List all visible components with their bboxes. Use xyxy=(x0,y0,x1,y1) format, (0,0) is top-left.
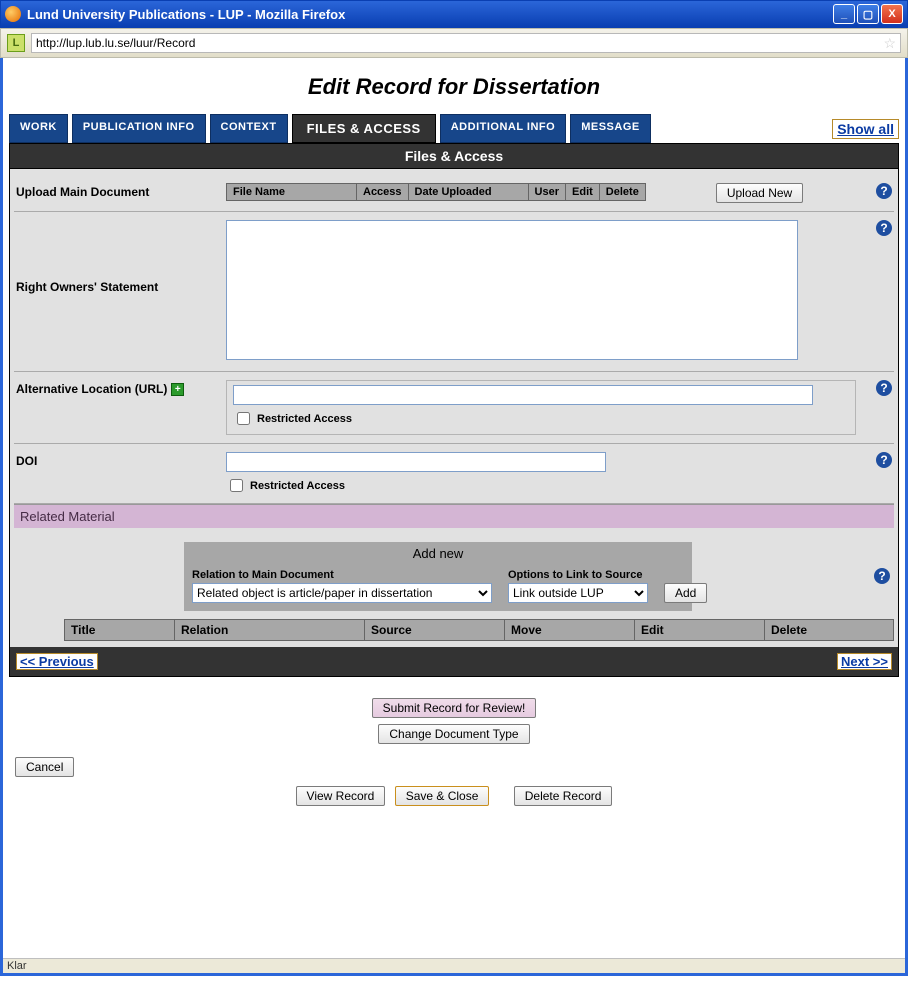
help-icon[interactable]: ? xyxy=(876,183,892,199)
col-date-uploaded: Date Uploaded xyxy=(408,184,528,201)
help-icon[interactable]: ? xyxy=(876,380,892,396)
col-edit: Edit xyxy=(566,184,600,201)
add-new-label: Add new xyxy=(192,546,684,561)
show-all-link[interactable]: Show all xyxy=(832,119,899,139)
upload-main-document-row: Upload Main Document File Name Access Da… xyxy=(14,175,894,212)
rights-statement-label: Right Owners' Statement xyxy=(16,220,226,294)
change-document-type-button[interactable]: Change Document Type xyxy=(378,724,529,744)
panel-heading: Files & Access xyxy=(10,144,898,169)
rights-statement-textarea[interactable] xyxy=(226,220,798,360)
window-maximize-button[interactable]: ▢ xyxy=(857,4,879,24)
site-identity-icon[interactable]: L xyxy=(7,34,25,52)
panel-footer-nav: << Previous Next >> xyxy=(10,647,898,676)
col-edit: Edit xyxy=(635,620,765,641)
tab-additional-info[interactable]: ADDITIONAL INFO xyxy=(440,114,566,143)
alt-restricted-checkbox[interactable] xyxy=(237,412,250,425)
col-access: Access xyxy=(357,184,409,201)
alt-location-label: Alternative Location (URL) + xyxy=(16,380,226,396)
col-delete: Delete xyxy=(599,184,645,201)
add-alt-location-icon[interactable]: + xyxy=(171,383,184,396)
upload-new-button[interactable]: Upload New xyxy=(716,183,803,203)
doi-row: DOI Restricted Access ? xyxy=(14,444,894,504)
col-move: Move xyxy=(505,620,635,641)
add-related-button[interactable]: Add xyxy=(664,583,707,603)
save-close-button[interactable]: Save & Close xyxy=(395,786,490,806)
alt-location-row: Alternative Location (URL) + Restricted … xyxy=(14,372,894,444)
tab-row: WORK PUBLICATION INFO CONTEXT FILES & AC… xyxy=(9,114,899,143)
address-bar-row: L http://lup.lub.lu.se/luur/Record ☆ xyxy=(0,28,908,58)
col-title: Title xyxy=(65,620,175,641)
col-relation: Relation xyxy=(175,620,365,641)
address-bar-text: http://lup.lub.lu.se/luur/Record xyxy=(36,36,883,50)
bookmark-star-icon[interactable]: ☆ xyxy=(883,35,896,52)
doi-input[interactable] xyxy=(226,452,606,472)
tab-context[interactable]: CONTEXT xyxy=(210,114,288,143)
col-user: User xyxy=(528,184,565,201)
related-table: Title Relation Source Move Edit Delete xyxy=(64,619,894,641)
address-bar[interactable]: http://lup.lub.lu.se/luur/Record ☆ xyxy=(31,33,901,53)
col-source: Source xyxy=(365,620,505,641)
alt-location-label-text: Alternative Location (URL) xyxy=(16,382,167,396)
page-title: Edit Record for Dissertation xyxy=(9,74,899,100)
doi-restricted-checkbox[interactable] xyxy=(230,479,243,492)
related-material-heading: Related Material xyxy=(14,504,894,528)
doi-label: DOI xyxy=(16,452,226,468)
files-access-panel: Files & Access Upload Main Document File… xyxy=(9,143,899,677)
window-minimize-button[interactable]: _ xyxy=(833,4,855,24)
window-titlebar: Lund University Publications - LUP - Moz… xyxy=(0,0,908,28)
doi-restricted-label: Restricted Access xyxy=(250,480,345,492)
status-bar: Klar xyxy=(3,958,905,973)
window-title: Lund University Publications - LUP - Moz… xyxy=(27,7,833,22)
view-record-button[interactable]: View Record xyxy=(296,786,386,806)
next-link[interactable]: Next >> xyxy=(837,653,892,670)
help-icon[interactable]: ? xyxy=(876,220,892,236)
rights-statement-row: Right Owners' Statement ? xyxy=(14,212,894,372)
link-options-label: Options to Link to Source xyxy=(508,569,648,581)
upload-main-document-label: Upload Main Document xyxy=(16,183,226,199)
relation-label: Relation to Main Document xyxy=(192,569,492,581)
tab-publication-info[interactable]: PUBLICATION INFO xyxy=(72,114,206,143)
firefox-icon xyxy=(5,6,21,22)
tab-work[interactable]: WORK xyxy=(9,114,68,143)
link-options-select[interactable]: Link outside LUP xyxy=(508,583,648,603)
add-related-box: Add new Relation to Main Document Relate… xyxy=(184,542,692,611)
window-close-button[interactable]: X xyxy=(881,4,903,24)
col-delete: Delete xyxy=(765,620,894,641)
bottom-actions: Submit Record for Review! Change Documen… xyxy=(9,695,899,747)
upload-table: File Name Access Date Uploaded User Edit… xyxy=(226,183,646,201)
tab-message[interactable]: MESSAGE xyxy=(570,114,651,143)
delete-record-button[interactable]: Delete Record xyxy=(514,786,613,806)
col-file-name: File Name xyxy=(227,184,357,201)
help-icon[interactable]: ? xyxy=(876,452,892,468)
tab-files-access[interactable]: FILES & ACCESS xyxy=(292,114,436,143)
help-icon[interactable]: ? xyxy=(874,568,890,584)
alt-location-input[interactable] xyxy=(233,385,813,405)
previous-link[interactable]: << Previous xyxy=(16,653,98,670)
relation-select[interactable]: Related object is article/paper in disse… xyxy=(192,583,492,603)
submit-record-button[interactable]: Submit Record for Review! xyxy=(372,698,537,718)
alt-restricted-label: Restricted Access xyxy=(257,413,352,425)
cancel-button[interactable]: Cancel xyxy=(15,757,74,777)
